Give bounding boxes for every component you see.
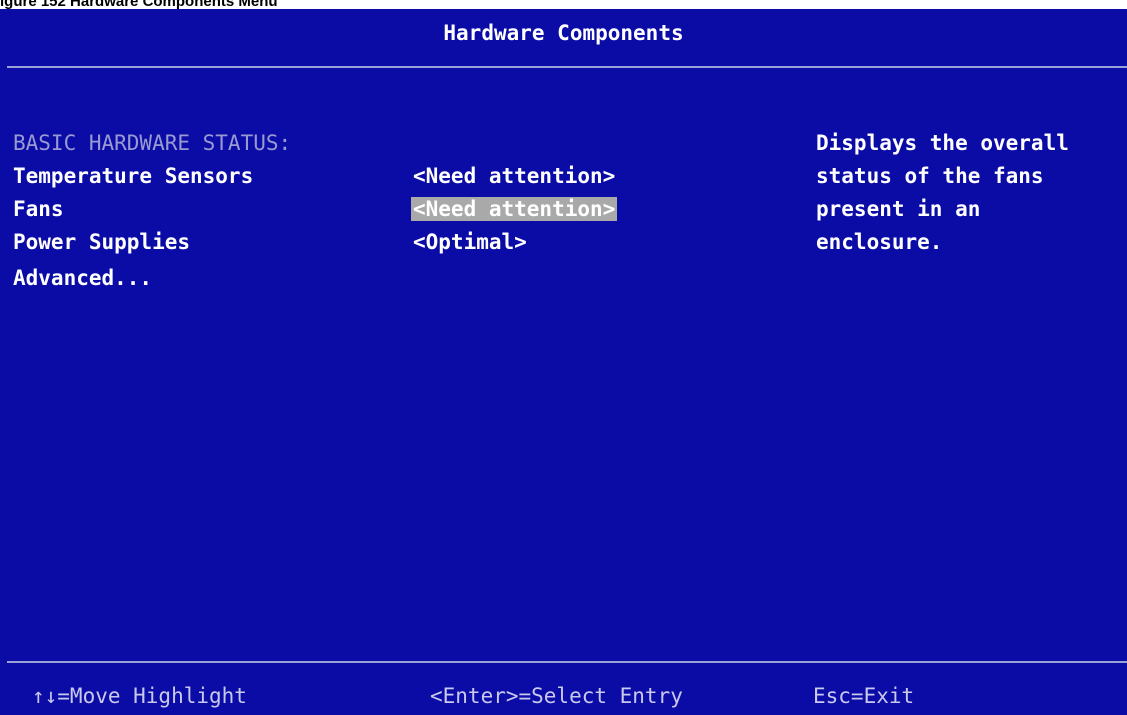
menu-label-power-supplies[interactable]: Power Supplies bbox=[13, 230, 190, 254]
footer-move-hint: ↑↓=Move Highlight bbox=[32, 684, 247, 708]
menu-label-temperature-sensors[interactable]: Temperature Sensors bbox=[13, 164, 253, 188]
help-text-line: Displays the overall bbox=[816, 131, 1069, 155]
bios-screen: Hardware Components BASIC HARDWARE STATU… bbox=[0, 9, 1127, 715]
section-heading: BASIC HARDWARE STATUS: bbox=[13, 131, 292, 155]
menu-item-advanced[interactable]: Advanced... bbox=[13, 266, 152, 290]
menu-value-temperature-sensors[interactable]: <Need attention> bbox=[411, 164, 617, 188]
top-divider bbox=[7, 66, 1127, 68]
screen-title: Hardware Components bbox=[443, 21, 684, 45]
figure-caption: igure 152 Hardware Components Menu bbox=[0, 0, 278, 10]
help-text-line: status of the fans bbox=[816, 164, 1044, 188]
bottom-divider bbox=[7, 661, 1127, 663]
help-text-line: present in an bbox=[816, 197, 981, 221]
menu-value-fans-highlighted[interactable]: <Need attention> bbox=[411, 197, 618, 221]
menu-label-fans[interactable]: Fans bbox=[13, 197, 64, 221]
footer-select-hint: <Enter>=Select Entry bbox=[430, 684, 683, 708]
menu-value-power-supplies[interactable]: <Optimal> bbox=[411, 230, 529, 254]
page: igure 152 Hardware Components Menu Hardw… bbox=[0, 0, 1127, 715]
help-text-line: enclosure. bbox=[816, 230, 943, 254]
footer-exit-hint: Esc=Exit bbox=[813, 684, 915, 708]
